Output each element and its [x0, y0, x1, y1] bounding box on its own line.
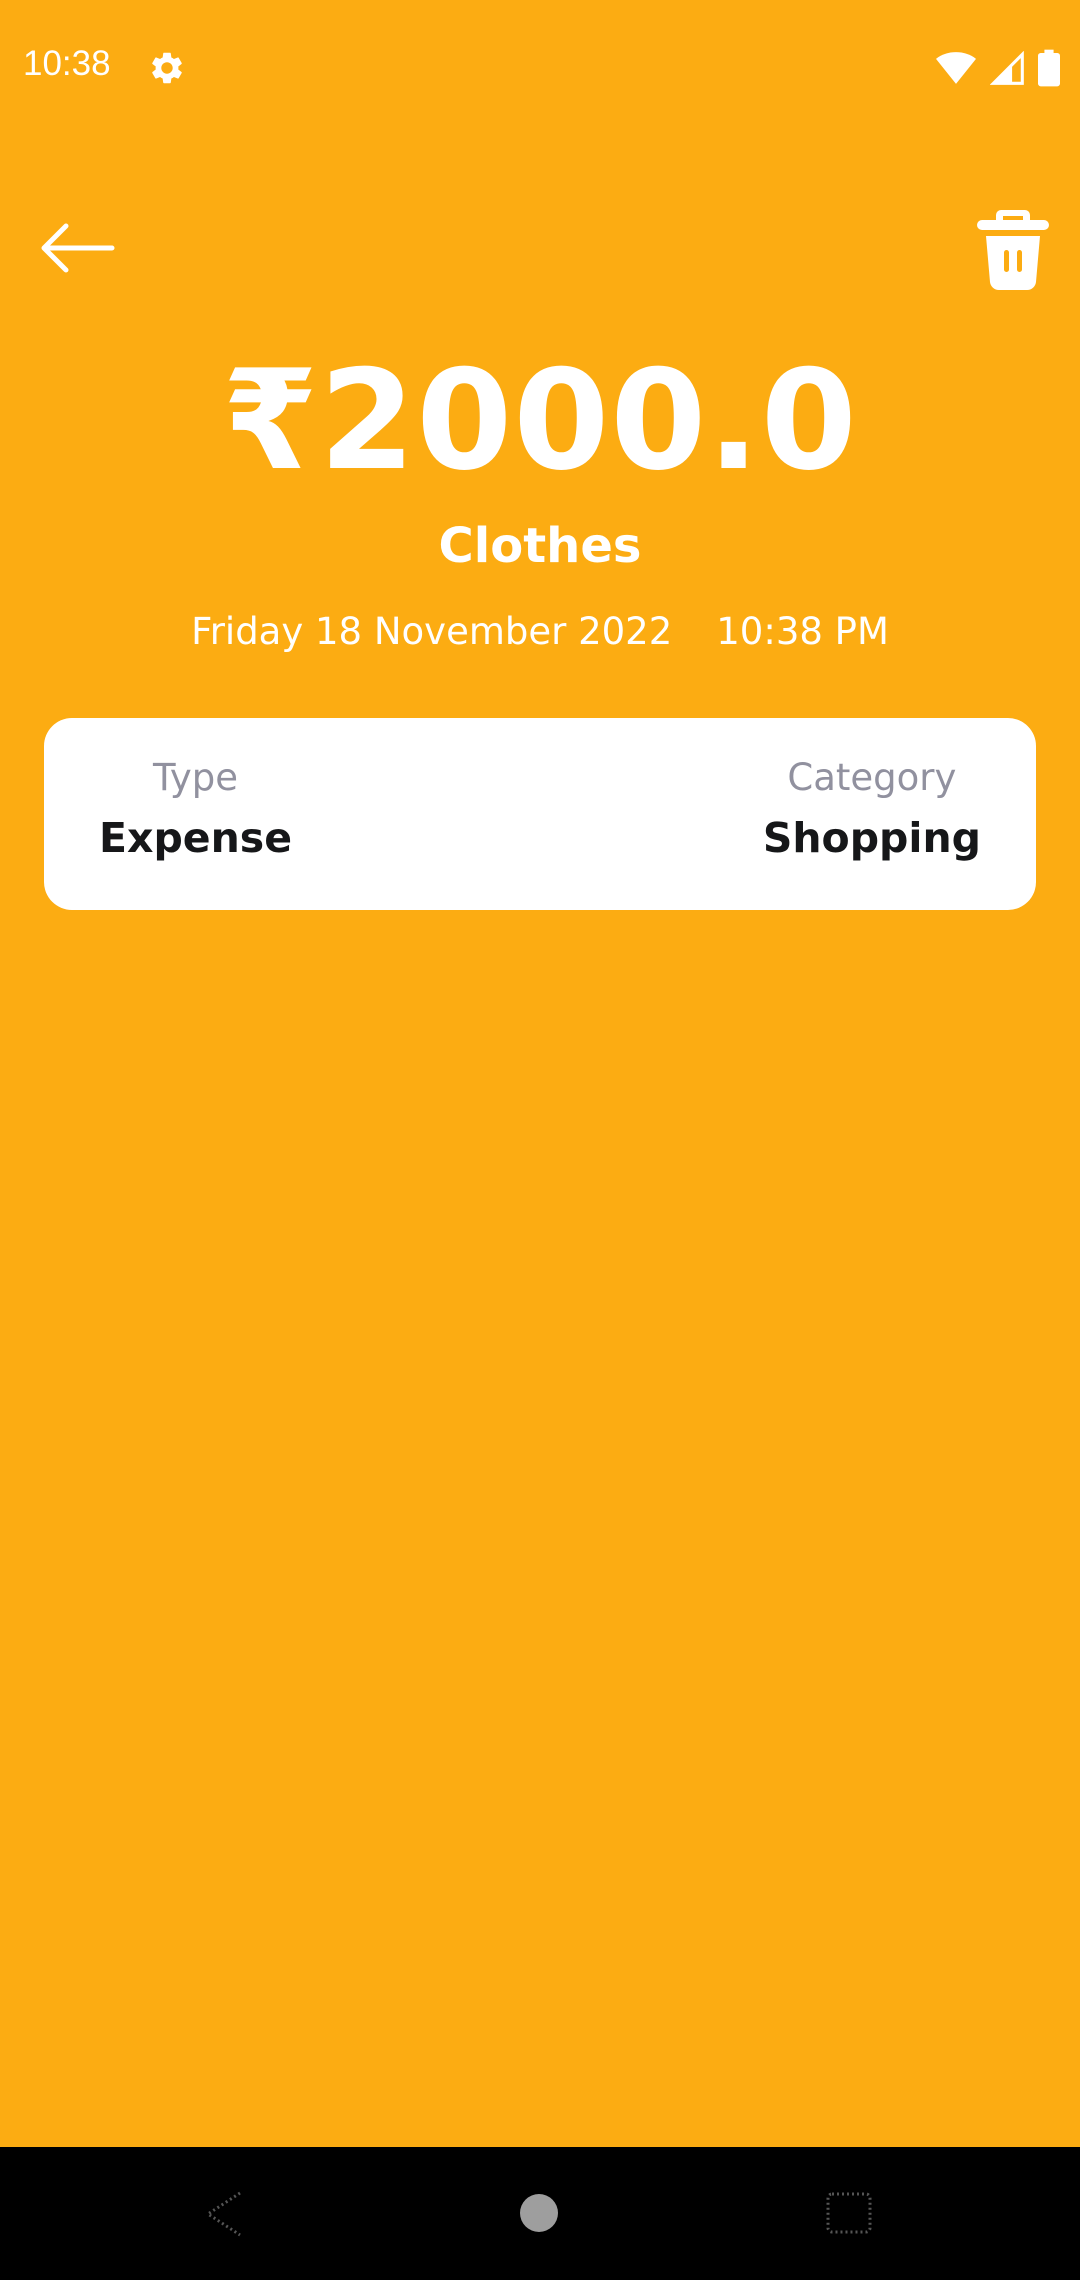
- type-value: Expense: [99, 814, 293, 862]
- category-value: Shopping: [762, 814, 981, 862]
- status-icons: [936, 48, 1060, 88]
- transaction-time: 10:38 PM: [716, 610, 889, 653]
- status-time: 10:38: [23, 44, 111, 83]
- transaction-amount: ₹2000.0: [222, 340, 858, 501]
- category-section: Category Shopping: [763, 754, 981, 868]
- transaction-details-card: Type Expense Category Shopping: [44, 718, 1036, 910]
- arrow-left-icon[interactable]: [36, 222, 116, 274]
- nav-recents-icon[interactable]: [826, 2192, 872, 2234]
- signal-icon: [990, 51, 1024, 85]
- transaction-title: Clothes: [438, 518, 642, 574]
- nav-back-icon[interactable]: [200, 2189, 248, 2239]
- category-label: Category: [787, 756, 957, 799]
- wifi-icon: [936, 52, 976, 84]
- transaction-datetime: Friday 18 November 2022 10:38 PM: [0, 610, 1080, 653]
- transaction-date: Friday 18 November 2022: [191, 610, 673, 653]
- trash-icon[interactable]: [976, 208, 1050, 292]
- status-bar: 10:38: [0, 0, 1080, 135]
- type-section: Type Expense: [99, 754, 292, 868]
- nav-home-icon[interactable]: [520, 2194, 558, 2232]
- top-app-bar: [0, 200, 1080, 300]
- system-navigation-bar: [0, 2147, 1080, 2280]
- gear-icon: [152, 52, 182, 84]
- battery-icon: [1038, 49, 1060, 87]
- type-label: Type: [153, 756, 238, 799]
